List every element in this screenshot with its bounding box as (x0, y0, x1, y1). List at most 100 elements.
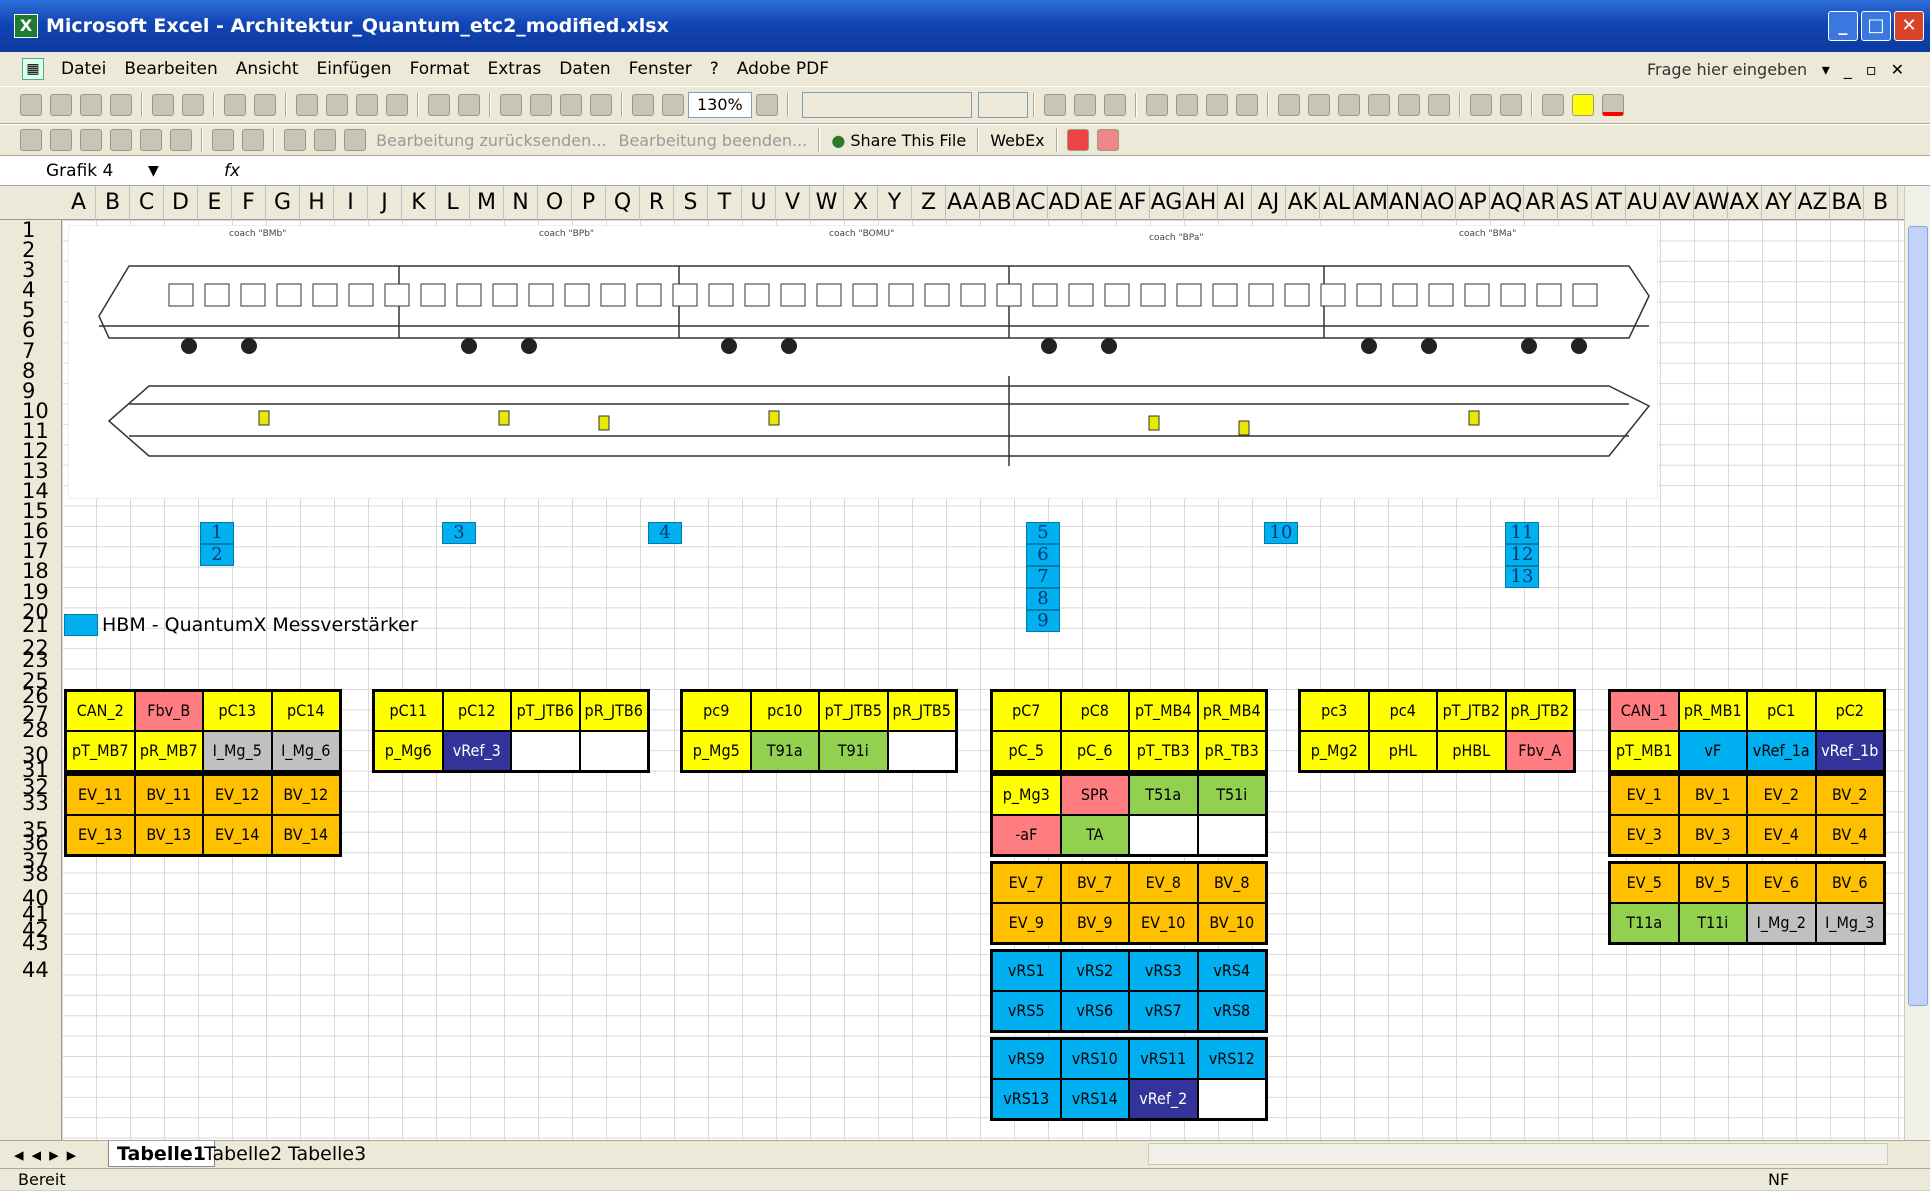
spelling-icon[interactable] (224, 94, 246, 116)
euro-icon[interactable] (1367, 94, 1390, 116)
column-header-aw[interactable]: AW (1694, 186, 1730, 220)
channel-cell[interactable] (579, 731, 648, 771)
channel-cell[interactable]: vRS8 (1197, 991, 1266, 1031)
font-color-icon[interactable] (1601, 94, 1624, 116)
column-header-aq[interactable]: AQ (1490, 186, 1524, 220)
channel-cell[interactable]: BV_10 (1197, 903, 1266, 943)
channel-cell[interactable]: I_Mg_5 (203, 731, 272, 771)
channel-cell[interactable]: I_Mg_2 (1747, 903, 1816, 943)
bold-icon[interactable] (1043, 94, 1066, 116)
channel-cell[interactable]: pC8 (1060, 691, 1129, 731)
channel-cell[interactable]: CAN_1 (1610, 691, 1679, 731)
review-icon-8[interactable] (242, 129, 264, 151)
column-header-k[interactable]: K (402, 186, 436, 220)
vertical-scroll-thumb[interactable] (1908, 226, 1928, 1006)
column-header-o[interactable]: O (538, 186, 572, 220)
menu-extras[interactable]: Extras (479, 59, 551, 79)
row-header-44[interactable]: 44 (0, 960, 62, 981)
row-header-15[interactable]: 15 (0, 501, 62, 522)
column-header-x[interactable]: X (844, 186, 878, 220)
share-file-button[interactable]: ● Share This File (825, 131, 972, 150)
channel-cell[interactable]: vRS12 (1197, 1039, 1266, 1079)
column-header-b[interactable]: B (1864, 186, 1898, 220)
column-header-e[interactable]: E (198, 186, 232, 220)
channel-cell[interactable]: EV_2 (1747, 775, 1816, 815)
channel-cell[interactable]: EV_8 (1129, 863, 1198, 903)
column-header-az[interactable]: AZ (1796, 186, 1830, 220)
new-icon[interactable] (20, 94, 42, 116)
column-header-n[interactable]: N (504, 186, 538, 220)
column-header-z[interactable]: Z (912, 186, 946, 220)
menu-einfuegen[interactable]: Einfügen (308, 59, 401, 79)
align-center-icon[interactable] (1175, 94, 1198, 116)
workbook-window-controls[interactable]: ▾_▫✕ (1822, 60, 1918, 79)
row-header-3[interactable]: 3 (0, 260, 62, 281)
column-header-d[interactable]: D (164, 186, 198, 220)
copy-icon[interactable] (326, 94, 348, 116)
row-header-21[interactable]: 21 (0, 615, 62, 636)
module-label-4[interactable]: 4 (648, 522, 682, 544)
channel-cell[interactable]: pC13 (203, 691, 272, 731)
column-header-j[interactable]: J (368, 186, 402, 220)
channel-cell[interactable]: pC2 (1815, 691, 1884, 731)
font-name-select[interactable] (801, 92, 972, 118)
channel-cell[interactable]: EV_3 (1610, 815, 1679, 855)
channel-cell[interactable]: BV_2 (1815, 775, 1884, 815)
menu-format[interactable]: Format (401, 59, 479, 79)
channel-cell[interactable]: BV_9 (1060, 903, 1129, 943)
channel-cell[interactable]: Fbv_B (134, 691, 203, 731)
module-label-3[interactable]: 3 (442, 522, 476, 544)
excel-app-icon[interactable]: X (14, 14, 38, 38)
column-header-h[interactable]: H (300, 186, 334, 220)
channel-cell[interactable]: pHBL (1437, 731, 1506, 771)
row-header-23[interactable]: 23 (0, 650, 62, 671)
channel-cell[interactable]: EV_4 (1747, 815, 1816, 855)
module-label-10[interactable]: 10 (1264, 522, 1298, 544)
undo-icon[interactable] (428, 94, 450, 116)
fill-color-icon[interactable] (1571, 94, 1594, 116)
channel-cell[interactable]: pc4 (1368, 691, 1437, 731)
column-header-af[interactable]: AF (1116, 186, 1150, 220)
worksheet[interactable]: A B C D E F G H I J K L M N O P Q R S T U V W X Y Z AA AB AC AD AE AF AG… (0, 186, 1904, 1140)
column-header-p[interactable]: P (572, 186, 606, 220)
fx-icon[interactable]: fx (224, 156, 240, 186)
channel-cell[interactable]: pT_JTB5 (819, 691, 888, 731)
review-icon-4[interactable] (110, 129, 132, 151)
column-header-aj[interactable]: AJ (1252, 186, 1286, 220)
row-header-5[interactable]: 5 (0, 300, 62, 321)
channel-cell[interactable]: BV_4 (1815, 815, 1884, 855)
channel-cell[interactable]: pC7 (992, 691, 1061, 731)
column-header-ad[interactable]: AD (1048, 186, 1082, 220)
menu-datei[interactable]: Datei (52, 59, 115, 79)
row-header-1[interactable]: 1 (0, 220, 62, 241)
column-header-an[interactable]: AN (1388, 186, 1422, 220)
channel-cell[interactable]: vRS13 (992, 1079, 1061, 1119)
channel-cell[interactable]: EV_1 (1610, 775, 1679, 815)
channel-cell[interactable]: BV_14 (271, 815, 340, 855)
row-header-28[interactable]: 28 (0, 720, 62, 741)
row-header-38[interactable]: 38 (0, 864, 62, 885)
channel-cell[interactable]: p_Mg2 (1300, 731, 1369, 771)
channel-cell[interactable]: BV_1 (1678, 775, 1747, 815)
column-header-w[interactable]: W (810, 186, 844, 220)
column-header-l[interactable]: L (436, 186, 470, 220)
column-header-m[interactable]: M (470, 186, 504, 220)
channel-cell[interactable]: pT_JTB6 (511, 691, 580, 731)
menu-ansicht[interactable]: Ansicht (227, 59, 308, 79)
column-header-v[interactable]: V (776, 186, 810, 220)
channel-cell[interactable]: vRS7 (1129, 991, 1198, 1031)
channel-cell[interactable]: pR_JTB2 (1505, 691, 1574, 731)
menu-fenster[interactable]: Fenster (620, 59, 701, 79)
channel-cell[interactable]: pC12 (442, 691, 511, 731)
row-header-10[interactable]: 10 (0, 401, 62, 422)
channel-cell[interactable]: p_Mg5 (682, 731, 751, 771)
minimize-button[interactable]: _ (1828, 11, 1858, 41)
channel-cell[interactable]: EV_14 (203, 815, 272, 855)
column-header-r[interactable]: R (640, 186, 674, 220)
channel-cell[interactable]: vRS2 (1060, 951, 1129, 991)
vertical-scrollbar[interactable] (1904, 186, 1930, 1140)
row-header-9[interactable]: 9 (0, 381, 62, 402)
channel-cell[interactable]: pT_MB4 (1129, 691, 1198, 731)
currency-icon[interactable] (1277, 94, 1300, 116)
column-header-s[interactable]: S (674, 186, 708, 220)
